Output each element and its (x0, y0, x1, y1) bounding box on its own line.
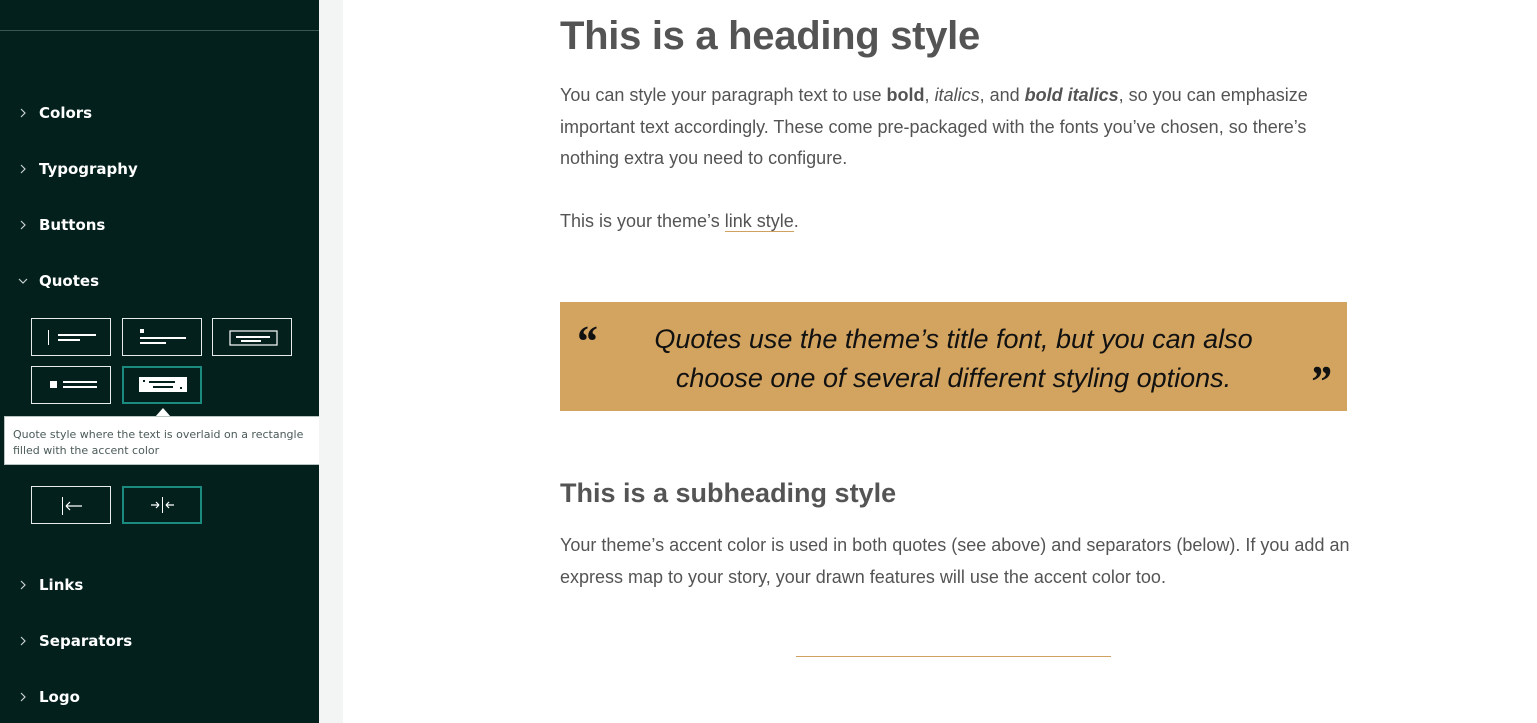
sidebar-item-logo[interactable]: Logo (17, 685, 307, 713)
panel-divider (319, 0, 343, 723)
quote-style-bar-icon (48, 330, 96, 345)
sidebar-item-label: Typography (39, 160, 138, 178)
sidebar-item-links[interactable]: Links (17, 573, 307, 601)
quote-style-bar-option[interactable] (31, 318, 111, 356)
sidebar-item-label: Links (39, 576, 84, 594)
page-heading: This is a heading style (560, 14, 980, 58)
para-text: , (924, 85, 935, 105)
para-text: . (793, 211, 799, 231)
italic-text: italics (934, 85, 980, 105)
sidebar: Colors Typography Buttons Quotes Links S… (0, 0, 319, 723)
chevron-right-icon (20, 580, 26, 590)
sidebar-divider (0, 30, 319, 31)
align-center-option[interactable] (122, 486, 202, 524)
bold-text: bold (886, 85, 925, 105)
paragraph-accent: Your theme’s accent color is used in bot… (560, 535, 1350, 587)
quote-block: “ Quotes use the theme’s title font, but… (560, 302, 1347, 411)
link-style-link[interactable]: link style (724, 211, 794, 232)
sidebar-item-label: Colors (39, 104, 93, 122)
quote-text: Quotes use the theme’s title font, but y… (654, 324, 1253, 393)
sidebar-item-label: Quotes (39, 272, 100, 290)
align-left-option[interactable] (31, 486, 111, 524)
chevron-right-icon (20, 692, 26, 702)
sidebar-item-typography[interactable]: Typography (17, 157, 307, 185)
chevron-down-icon (18, 278, 28, 284)
chevron-right-icon (20, 108, 26, 118)
story-preview: This is a heading style You can style yo… (343, 0, 1537, 723)
sidebar-item-colors[interactable]: Colors (17, 101, 307, 129)
align-center-icon (151, 497, 174, 513)
paragraph-link: This is your theme’s link style. (560, 206, 1350, 238)
bold-italic-text: bold italics (1024, 85, 1119, 105)
align-left-icon (62, 497, 82, 515)
close-quote-mark: ” (1309, 357, 1331, 406)
quote-style-box-option[interactable] (212, 318, 292, 356)
paragraph-styles: You can style your paragraph text to use… (560, 80, 1350, 175)
sidebar-item-buttons[interactable]: Buttons (17, 213, 307, 241)
quote-style-block-icon (50, 381, 97, 388)
sidebar-item-label: Buttons (39, 216, 106, 234)
sidebar-item-quotes[interactable]: Quotes (17, 269, 307, 297)
quote-style-dot-option[interactable] (122, 318, 202, 356)
subheading: This is a subheading style (560, 478, 897, 508)
quote-style-accent-fill-icon (139, 377, 187, 392)
sidebar-item-label: Logo (39, 688, 80, 706)
chevron-right-icon (20, 220, 26, 230)
separator (796, 656, 1111, 657)
tooltip: Quote style where the text is overlaid o… (4, 416, 324, 465)
chevron-right-icon (20, 164, 26, 174)
quote-style-dot-icon (140, 329, 186, 344)
para-text: , and (979, 85, 1025, 105)
sidebar-item-separators[interactable]: Separators (17, 629, 307, 657)
open-quote-mark: “ (575, 317, 597, 366)
para-text: You can style your paragraph text to use (560, 85, 887, 105)
sidebar-item-label: Separators (39, 632, 133, 650)
quote-style-block-option[interactable] (31, 366, 111, 404)
quote-style-accent-fill-option[interactable] (122, 366, 202, 404)
para-text: This is your theme’s (560, 211, 725, 231)
quote-style-box-icon (229, 330, 278, 346)
chevron-right-icon (20, 636, 26, 646)
